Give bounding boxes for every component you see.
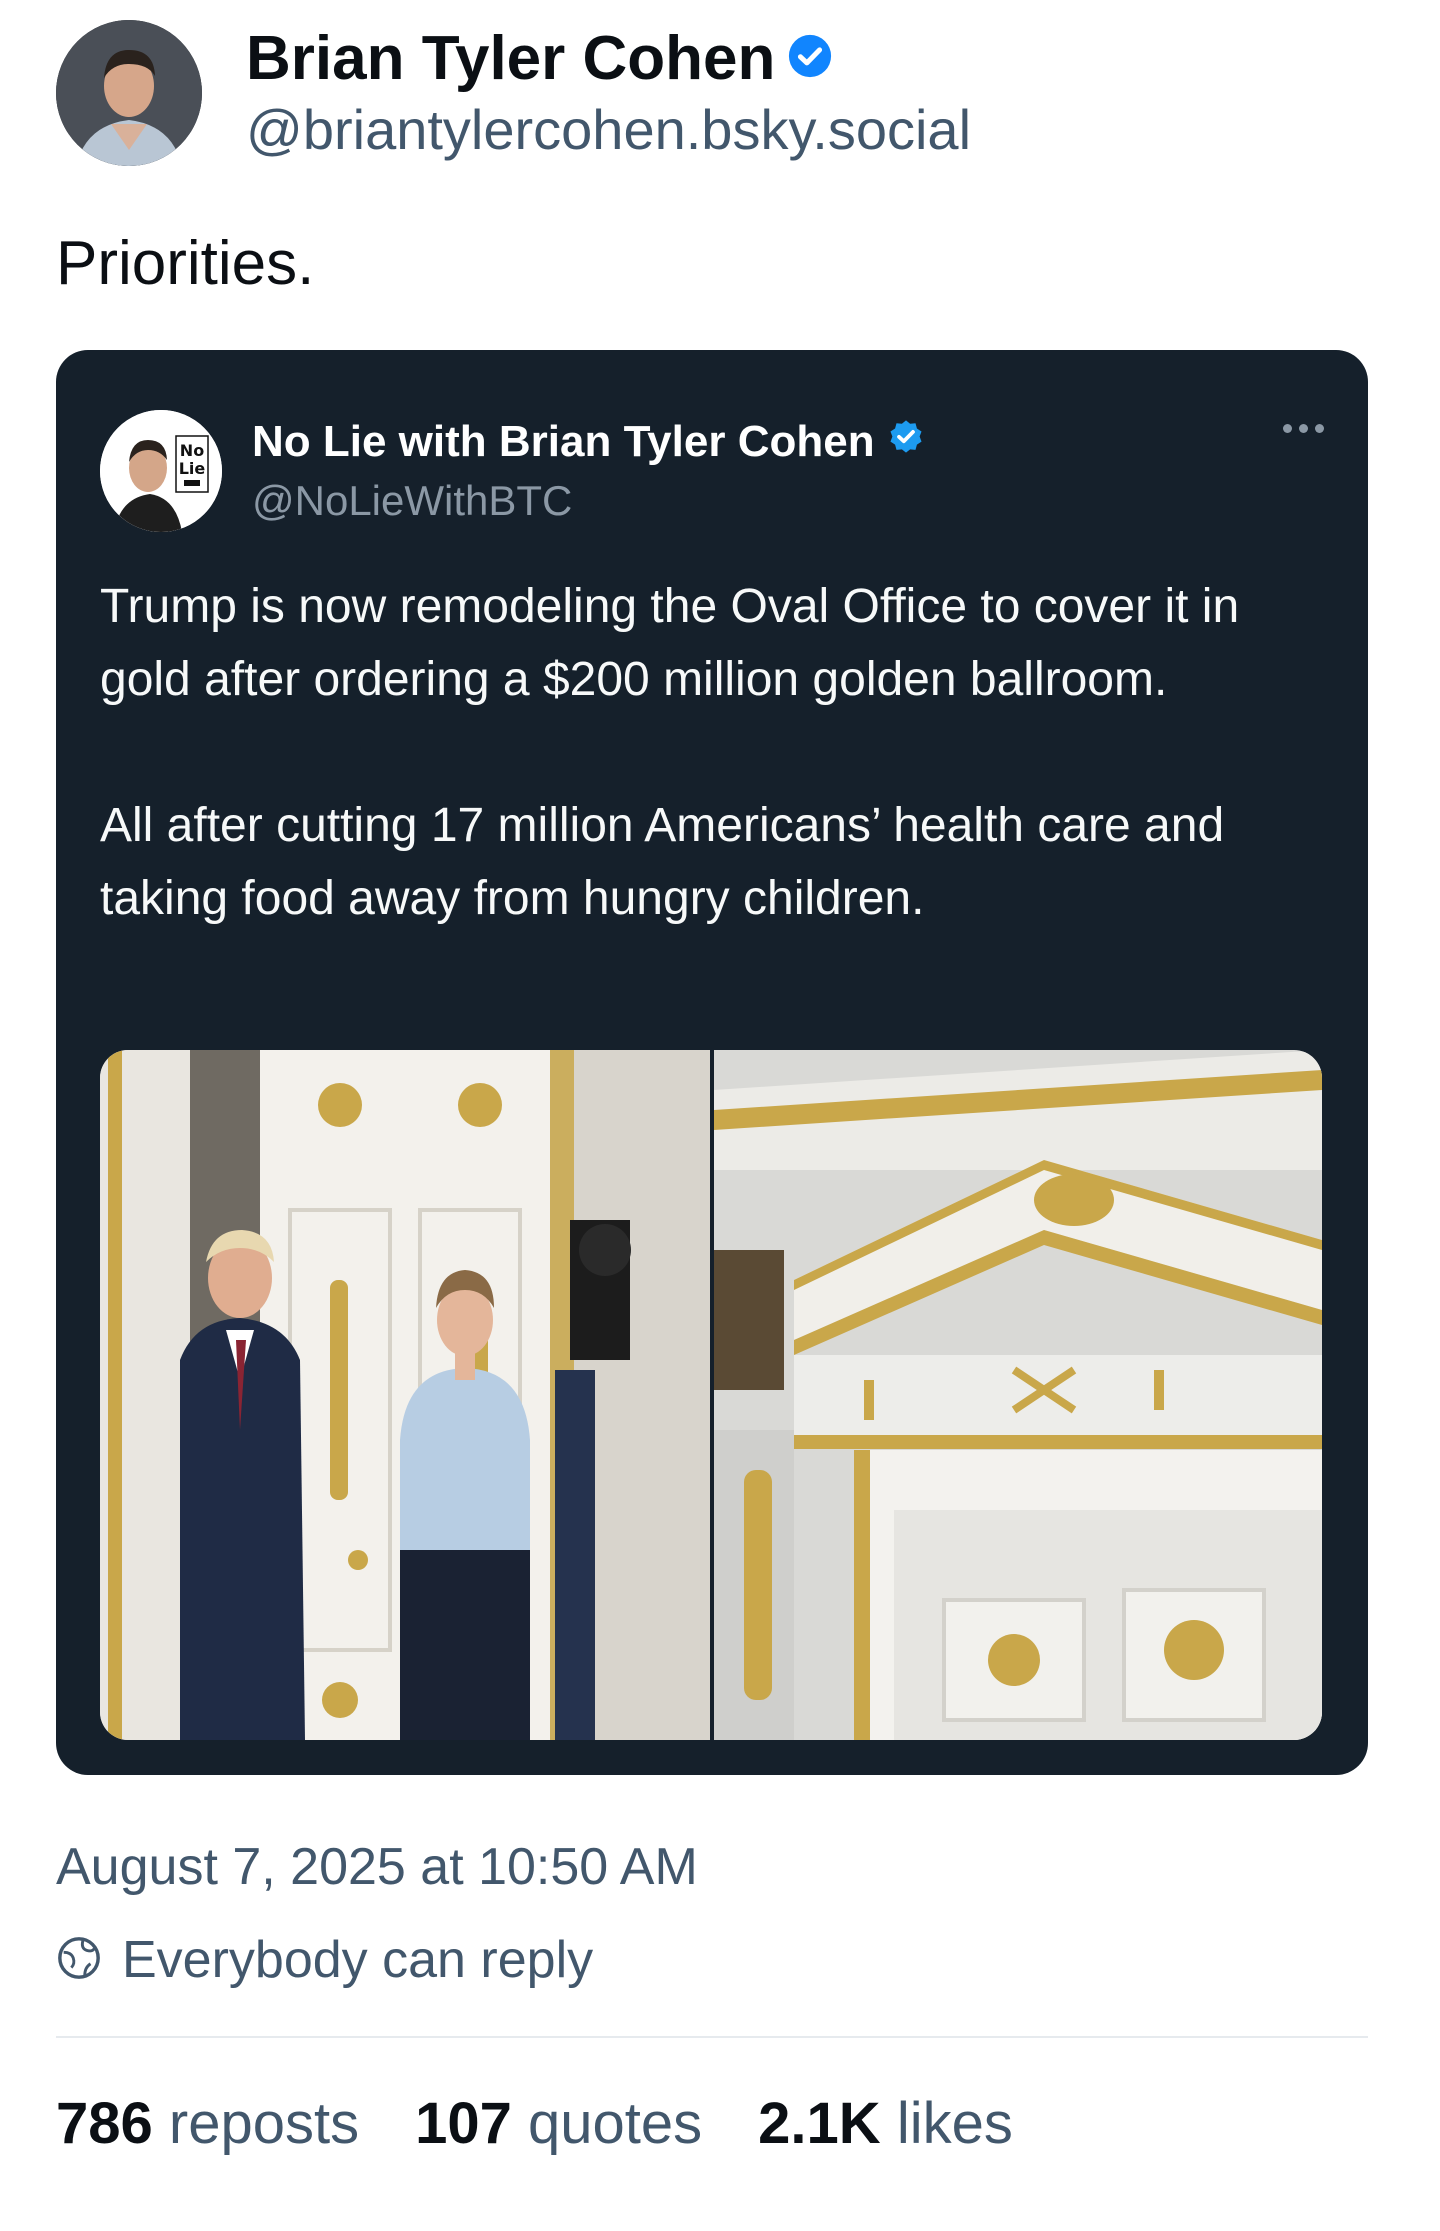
media-image-doorway[interactable] [100, 1050, 710, 1740]
quoted-post-card[interactable]: No Lie No Lie with Brian Tyler Cohen @No… [56, 350, 1368, 1775]
post-author[interactable]: Brian Tyler Cohen @briantylercohen.bsky.… [56, 20, 971, 166]
globe-reply-icon [56, 1935, 102, 1986]
verified-badge-icon [787, 23, 833, 95]
likes-count[interactable]: 2.1K [758, 2091, 881, 2156]
media-image-molding[interactable] [714, 1050, 1322, 1740]
quoted-paragraph-1: Trump is now remodeling the Oval Office … [100, 580, 1240, 706]
reposts-stat[interactable]: 786 reposts [56, 2090, 359, 2157]
reply-setting: Everybody can reply [56, 1930, 593, 1990]
post-stats: 786 reposts 107 quotes 2.1K likes [56, 2090, 1069, 2157]
quoted-author-avatar[interactable]: No Lie [100, 410, 222, 532]
likes-stat[interactable]: 2.1K likes [758, 2090, 1013, 2157]
post-text: Priorities. [56, 229, 315, 298]
reposts-label[interactable]: reposts [169, 2091, 359, 2156]
verified-badge-icon [887, 415, 925, 469]
quoted-media-grid[interactable] [100, 1050, 1322, 1740]
author-avatar[interactable] [56, 20, 202, 166]
quoted-handle[interactable]: @NoLieWithBTC [252, 475, 925, 527]
more-options-icon[interactable] [1283, 424, 1324, 433]
svg-text:No: No [180, 441, 204, 460]
quotes-count[interactable]: 107 [415, 2091, 512, 2156]
author-display-name[interactable]: Brian Tyler Cohen [246, 23, 971, 95]
author-handle[interactable]: @briantylercohen.bsky.social [246, 97, 971, 163]
quoted-name-text[interactable]: No Lie with Brian Tyler Cohen [252, 415, 875, 469]
quoted-author[interactable]: No Lie No Lie with Brian Tyler Cohen @No… [100, 410, 925, 532]
quoted-paragraph-2: All after cutting 17 million Americans’ … [100, 799, 1225, 925]
reply-setting-label: Everybody can reply [122, 1931, 594, 1989]
quotes-label[interactable]: quotes [528, 2091, 702, 2156]
likes-label[interactable]: likes [897, 2091, 1013, 2156]
quotes-stat[interactable]: 107 quotes [415, 2090, 702, 2157]
quoted-post-text: Trump is now remodeling the Oval Office … [100, 570, 1340, 935]
quoted-display-name[interactable]: No Lie with Brian Tyler Cohen [252, 415, 925, 469]
reposts-count[interactable]: 786 [56, 2091, 153, 2156]
svg-text:Lie: Lie [179, 459, 206, 478]
post-timestamp[interactable]: August 7, 2025 at 10:50 AM [56, 1837, 698, 1897]
author-name-text[interactable]: Brian Tyler Cohen [246, 23, 775, 95]
divider [56, 2036, 1368, 2038]
